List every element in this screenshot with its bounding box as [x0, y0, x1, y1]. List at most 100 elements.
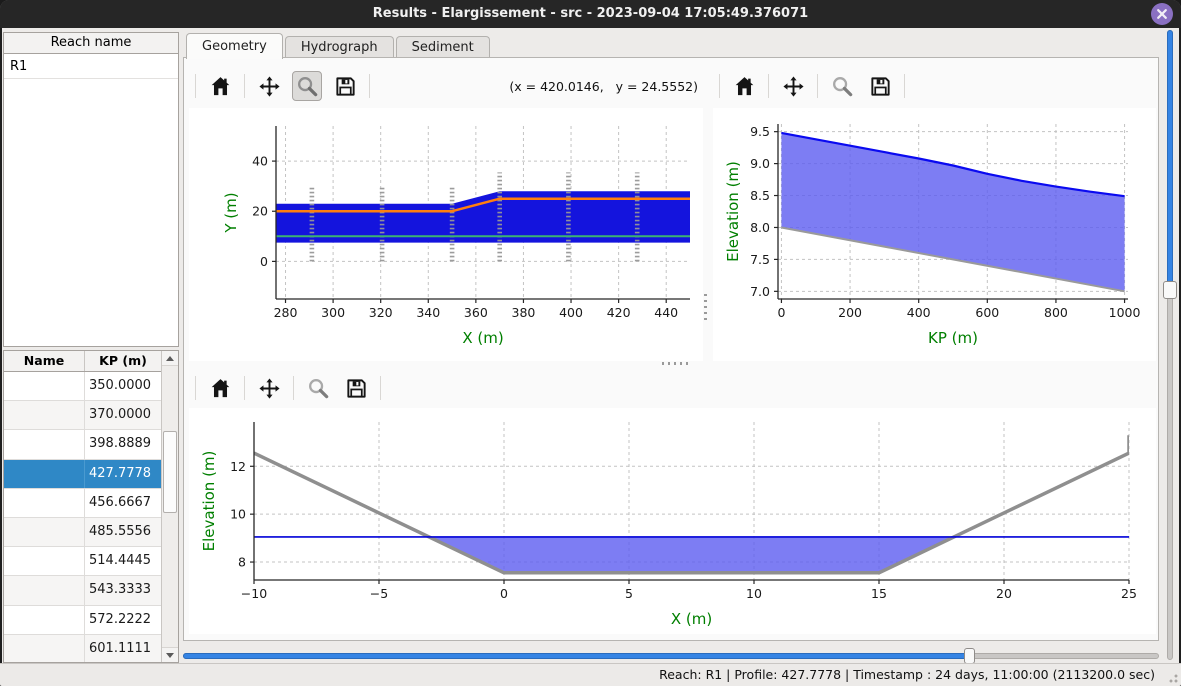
svg-text:400: 400: [907, 305, 931, 320]
cell-kp: 601.1111: [85, 635, 161, 662]
horizontal-splitter-handle[interactable]: [662, 362, 690, 365]
home-button[interactable]: [729, 71, 759, 101]
titlebar[interactable]: Results - Elargissement - src - 2023-09-…: [0, 0, 1181, 28]
app-window: Results - Elargissement - src - 2023-09-…: [0, 0, 1181, 686]
svg-text:0: 0: [777, 305, 785, 320]
cell-name: [4, 430, 85, 458]
zoom-button[interactable]: [303, 373, 333, 403]
close-button[interactable]: [1151, 3, 1173, 25]
profile-table-header: Name KP (m): [4, 351, 161, 372]
table-row[interactable]: 543.3333: [4, 576, 161, 605]
scroll-down-button[interactable]: [162, 647, 178, 662]
window-title: Results - Elargissement - src - 2023-09-…: [0, 0, 1181, 28]
arrow-up-icon: [166, 356, 174, 361]
scroll-up-button[interactable]: [162, 351, 178, 366]
slider-handle[interactable]: [964, 648, 975, 664]
reach-list: Reach name R1: [3, 32, 179, 347]
zoom-button[interactable]: [292, 71, 322, 101]
svg-text:200: 200: [838, 305, 862, 320]
svg-text:9.0: 9.0: [750, 156, 770, 171]
slider-handle[interactable]: [1163, 281, 1177, 299]
table-row[interactable]: 398.8889: [4, 430, 161, 459]
toolbar-separator: [817, 74, 818, 98]
cell-kp: 514.4445: [85, 547, 161, 575]
pan-button[interactable]: [254, 71, 284, 101]
home-button[interactable]: [205, 373, 235, 403]
status-text: Reach: R1 | Profile: 427.7778 | Timestam…: [659, 664, 1155, 686]
vertical-splitter-handle[interactable]: [704, 294, 707, 322]
table-row[interactable]: 370.0000: [4, 401, 161, 430]
svg-text:Elevation (m): Elevation (m): [724, 161, 742, 262]
save-button[interactable]: [341, 373, 371, 403]
pan-button[interactable]: [778, 71, 808, 101]
svg-text:Y (m): Y (m): [222, 192, 240, 233]
toolbar-separator: [369, 74, 370, 98]
zoom-button[interactable]: [827, 71, 857, 101]
tab-sediment[interactable]: Sediment: [396, 36, 490, 58]
magnifier-icon: [307, 377, 330, 400]
svg-text:−10: −10: [241, 586, 267, 601]
magnifier-icon: [296, 75, 319, 98]
save-button[interactable]: [865, 71, 895, 101]
table-row[interactable]: 601.1111: [4, 635, 161, 662]
svg-text:5: 5: [625, 586, 633, 601]
column-header-kp[interactable]: KP (m): [85, 351, 161, 371]
table-row[interactable]: 456.6667: [4, 489, 161, 518]
svg-text:12: 12: [230, 459, 246, 474]
svg-text:20: 20: [252, 204, 268, 219]
svg-text:7.0: 7.0: [750, 284, 770, 299]
svg-text:40: 40: [252, 154, 268, 169]
svg-text:7.5: 7.5: [750, 252, 770, 267]
tab-geometry[interactable]: Geometry: [186, 33, 283, 59]
svg-text:360: 360: [464, 305, 488, 320]
column-header-name[interactable]: Name: [4, 351, 85, 371]
svg-text:320: 320: [369, 305, 393, 320]
table-row[interactable]: 572.2222: [4, 606, 161, 635]
magnifier-icon: [831, 75, 854, 98]
svg-text:1000: 1000: [1109, 305, 1141, 320]
plan-view-chart[interactable]: 28030032034036038040042044002040X (m)Y (…: [189, 108, 703, 361]
table-row[interactable]: 514.4445: [4, 547, 161, 576]
cell-kp: 350.0000: [85, 372, 161, 400]
svg-text:440: 440: [654, 305, 678, 320]
home-icon: [733, 75, 756, 98]
pan-button[interactable]: [254, 373, 284, 403]
table-row[interactable]: 485.5556: [4, 518, 161, 547]
cell-kp: 398.8889: [85, 430, 161, 458]
svg-text:20: 20: [996, 586, 1012, 601]
pan-icon: [258, 377, 281, 400]
cell-kp: 485.5556: [85, 518, 161, 546]
table-scrollbar[interactable]: [161, 351, 178, 662]
svg-text:380: 380: [512, 305, 536, 320]
longitudinal-toolbar: [714, 67, 1154, 105]
toolbar-separator: [244, 376, 245, 400]
toolbar-separator: [768, 74, 769, 98]
save-button[interactable]: [330, 71, 360, 101]
svg-text:280: 280: [274, 305, 298, 320]
reach-item-r1[interactable]: R1: [4, 54, 178, 79]
longitudinal-profile-chart[interactable]: 020040060080010007.07.58.08.59.09.5KP (m…: [713, 108, 1156, 361]
svg-text:X (m): X (m): [671, 610, 712, 628]
timeline-slider[interactable]: [183, 648, 1159, 664]
svg-text:KP (m): KP (m): [928, 329, 978, 347]
tab-bar: Geometry Hydrograph Sediment: [183, 32, 492, 58]
scrollbar-thumb[interactable]: [163, 431, 177, 513]
profile-table: Name KP (m) 350.0000370.0000398.8889427.…: [3, 350, 179, 663]
table-row[interactable]: 427.7778: [4, 460, 161, 489]
svg-text:420: 420: [607, 305, 631, 320]
table-row[interactable]: 350.0000: [4, 372, 161, 401]
cell-name: [4, 518, 85, 546]
pan-icon: [258, 75, 281, 98]
cross-section-toolbar: [190, 369, 702, 407]
home-button[interactable]: [205, 71, 235, 101]
cell-kp: 456.6667: [85, 489, 161, 517]
cross-section-chart[interactable]: −10−5051015202581012X (m)Elevation (m): [189, 408, 1156, 634]
close-icon: [1151, 3, 1173, 25]
svg-text:10: 10: [746, 586, 762, 601]
resize-grip[interactable]: [1166, 671, 1178, 683]
tab-hydrograph[interactable]: Hydrograph: [285, 36, 394, 58]
home-icon: [209, 75, 232, 98]
svg-text:−5: −5: [370, 586, 388, 601]
cell-name: [4, 460, 85, 488]
vertical-slider[interactable]: [1162, 30, 1179, 660]
